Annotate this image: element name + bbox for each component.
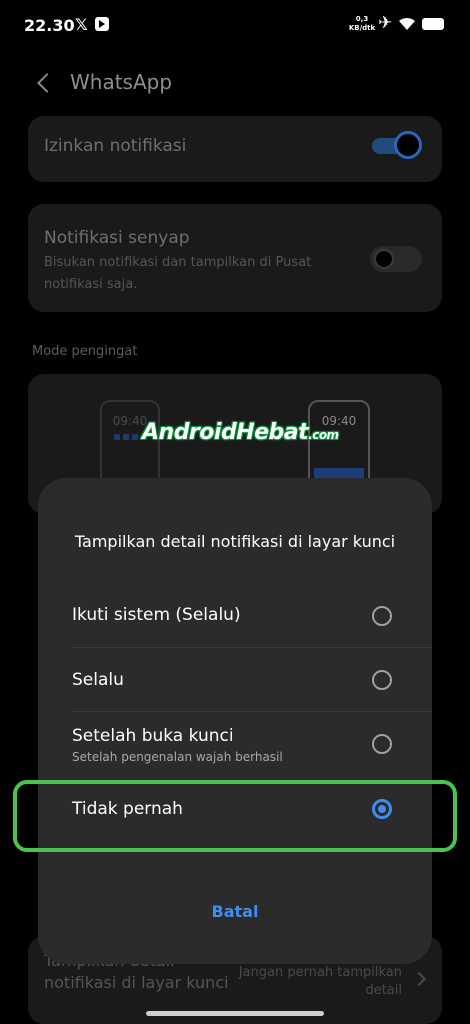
dialog-title: Tampilkan detail notifikasi di layar kun…: [74, 532, 396, 551]
watermark-text: AndroidHebat: [142, 420, 309, 445]
option-always[interactable]: Selalu: [38, 648, 432, 712]
silent-notifications-label: Notifikasi senyap: [44, 228, 190, 248]
cancel-button[interactable]: Batal: [38, 902, 432, 921]
option-follow-system[interactable]: Ikuti sistem (Selalu): [38, 584, 432, 648]
toggle-knob: [374, 249, 394, 269]
app-header: WhatsApp: [0, 60, 470, 106]
toggle-knob: [394, 131, 422, 159]
chevron-right-icon: [411, 971, 427, 987]
allow-notifications-toggle[interactable]: [372, 130, 422, 160]
silent-notifications-description: Bisukan notifikasi dan tampilkan di Pusa…: [44, 255, 312, 292]
option-label: Ikuti sistem (Selalu): [72, 605, 241, 625]
allow-notifications-label: Izinkan notifikasi: [44, 136, 187, 156]
option-sublabel: Setelah pengenalan wajah berhasil: [72, 750, 283, 764]
option-label: Setelah buka kunci: [72, 726, 234, 746]
allow-notifications-row[interactable]: Izinkan notifikasi: [28, 116, 442, 182]
silent-notifications-toggle[interactable]: [370, 246, 422, 272]
page-title: WhatsApp: [70, 70, 173, 94]
watermark-suffix: .com: [308, 428, 339, 442]
highlight-box: [13, 780, 457, 852]
option-label: Selalu: [72, 670, 124, 690]
radio-unselected-icon[interactable]: [372, 670, 392, 690]
silent-notifications-row[interactable]: Notifikasi senyap Bisukan notifikasi dan…: [28, 204, 442, 312]
reminder-mode-section-label: Mode pengingat: [32, 344, 138, 359]
radio-unselected-icon[interactable]: [372, 734, 392, 754]
option-after-unlock[interactable]: Setelah buka kunci Setelah pengenalan wa…: [38, 712, 432, 776]
lockscreen-details-dialog: Tampilkan detail notifikasi di layar kun…: [38, 478, 432, 964]
radio-unselected-icon[interactable]: [372, 606, 392, 626]
home-indicator[interactable]: [146, 1011, 324, 1016]
watermark-logo: AndroidHebat.com: [142, 420, 339, 445]
chevron-left-icon[interactable]: [34, 70, 54, 96]
lockscreen-details-value: Jangan pernah tampilkan detail: [238, 965, 402, 998]
